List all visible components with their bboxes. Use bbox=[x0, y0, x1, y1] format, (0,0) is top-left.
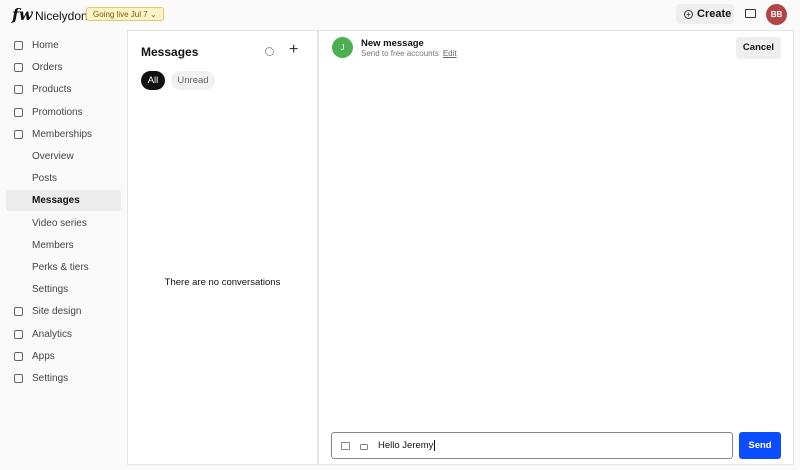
edit-link[interactable]: Edit bbox=[443, 49, 457, 58]
sidebar-item-settings[interactable]: Settings bbox=[6, 279, 121, 300]
sidebar-item-label: Overview bbox=[32, 151, 74, 162]
sidebar-item-label: Settings bbox=[32, 373, 69, 384]
shirt-icon bbox=[14, 85, 23, 95]
sidebar-item-label: Members bbox=[32, 239, 74, 251]
sidebar-item-perks-tiers[interactable]: Perks & tiers bbox=[6, 257, 121, 278]
compose-title: New message bbox=[361, 38, 424, 49]
message-input[interactable]: Hello Jeremy bbox=[331, 432, 733, 459]
layout-icon bbox=[14, 307, 23, 317]
chart-icon bbox=[14, 329, 23, 339]
sidebar-item-settings[interactable]: Settings bbox=[6, 368, 121, 389]
sidebar-item-label: Memberships bbox=[32, 128, 93, 140]
gear-icon[interactable] bbox=[265, 47, 274, 56]
sidebar-item-messages[interactable]: Messages bbox=[6, 190, 121, 212]
create-button[interactable]: + Create bbox=[676, 4, 734, 24]
filter-all[interactable]: All bbox=[141, 71, 165, 90]
filter-unread[interactable]: Unread bbox=[171, 71, 215, 90]
star-icon bbox=[14, 129, 23, 139]
sidebar-item-overview[interactable]: Overview bbox=[6, 146, 121, 167]
sidebar-item-memberships[interactable]: Memberships bbox=[6, 124, 121, 145]
messages-panel: Messages + All Unread There are no conve… bbox=[127, 30, 318, 465]
empty-state: There are no conversations bbox=[164, 277, 281, 288]
sidebar-item-label: Video series bbox=[32, 217, 87, 229]
sidebar-item-orders[interactable]: Orders bbox=[6, 57, 121, 78]
sidebar-item-label: Posts bbox=[32, 173, 58, 185]
send-button[interactable]: Send bbox=[739, 432, 781, 459]
sidebar-item-label: Settings bbox=[32, 284, 69, 296]
gear-icon bbox=[14, 374, 23, 383]
compose-panel: J New message Send to free accounts Edit … bbox=[318, 30, 794, 465]
sidebar-item-video-series[interactable]: Video series bbox=[6, 213, 121, 234]
grid-icon bbox=[14, 351, 23, 361]
cancel-button[interactable]: Cancel bbox=[736, 37, 781, 59]
sidebar-item-apps[interactable]: Apps bbox=[6, 346, 121, 367]
home-icon bbox=[14, 41, 23, 50]
lock-icon[interactable] bbox=[360, 444, 368, 450]
sidebar-item-members[interactable]: Members bbox=[6, 235, 121, 256]
sidebar-item-label: Orders bbox=[32, 62, 63, 74]
compose-subtitle: Send to free accounts Edit bbox=[361, 49, 457, 58]
user-avatar[interactable]: BB bbox=[766, 4, 787, 25]
dollar-icon bbox=[14, 63, 23, 73]
sidebar-item-label: Home bbox=[32, 40, 59, 51]
sidebar-item-label: Promotions bbox=[32, 106, 83, 118]
plus-circle-icon: + bbox=[684, 10, 693, 19]
chat-icon[interactable] bbox=[745, 9, 756, 18]
sidebar-item-site-design[interactable]: Site design bbox=[6, 301, 121, 322]
message-text[interactable]: Hello Jeremy bbox=[378, 440, 436, 451]
sidebar-item-analytics[interactable]: Analytics bbox=[6, 324, 121, 345]
messages-title: Messages bbox=[141, 45, 199, 59]
sidebar-item-products[interactable]: Products bbox=[6, 79, 121, 100]
sidebar-item-posts[interactable]: Posts bbox=[6, 168, 121, 189]
audience-label: Send to free accounts bbox=[361, 49, 439, 58]
logo[interactable]: fw bbox=[12, 5, 33, 24]
sidebar-item-label: Site design bbox=[32, 306, 82, 318]
sidebar-item-label: Analytics bbox=[32, 328, 73, 340]
sidebar-item-label: Apps bbox=[32, 350, 55, 362]
image-icon[interactable] bbox=[341, 442, 350, 450]
sidebar-item-promotions[interactable]: Promotions bbox=[6, 102, 121, 123]
top-bar: fw Nicelydone Going live Jul 7 ⌄ + Create… bbox=[0, 0, 800, 30]
sidebar-item-label: Messages bbox=[32, 195, 80, 207]
plus-icon[interactable]: + bbox=[289, 41, 298, 59]
sidebar-item-label: Products bbox=[32, 84, 72, 96]
sidebar-item-home[interactable]: Home bbox=[6, 35, 121, 56]
recipient-avatar: J bbox=[332, 37, 353, 58]
tag-icon bbox=[14, 107, 23, 117]
launch-badge[interactable]: Going live Jul 7 ⌄ bbox=[86, 7, 164, 21]
sidebar-item-label: Perks & tiers bbox=[32, 262, 89, 273]
create-label: Create bbox=[697, 8, 732, 20]
